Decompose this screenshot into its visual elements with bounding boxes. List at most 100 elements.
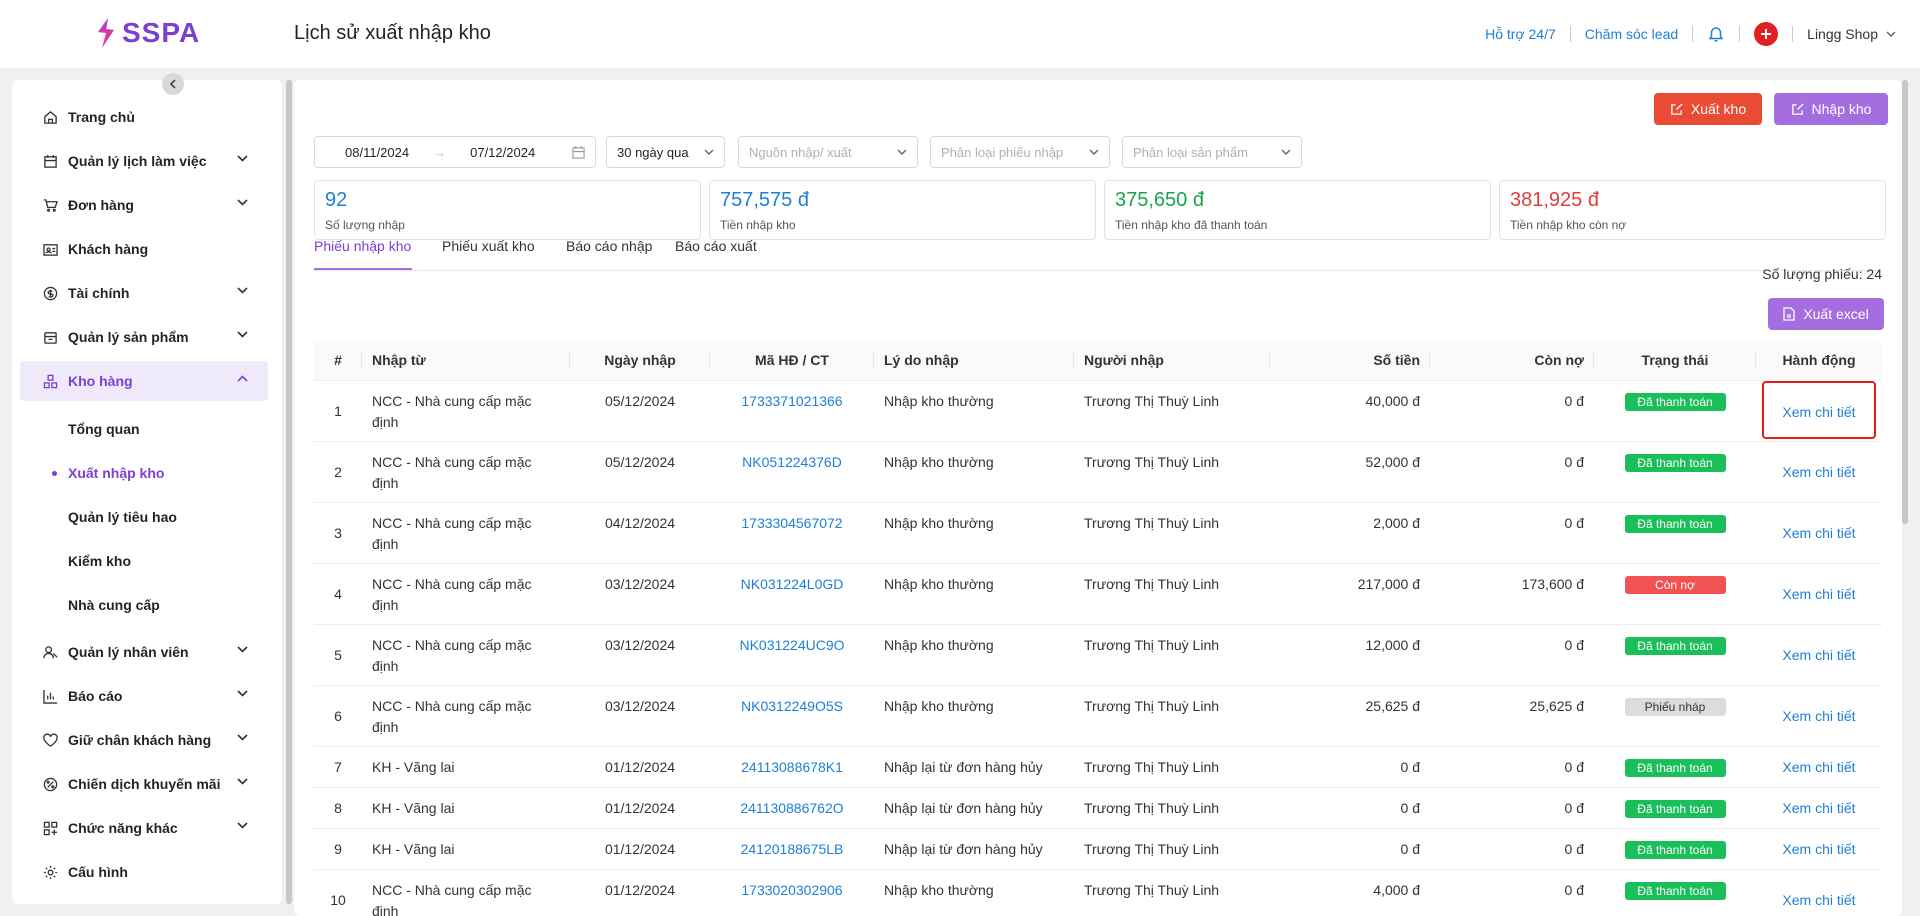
sidebar-item-finance[interactable]: Tài chính [20, 273, 268, 313]
main-scrollbar[interactable] [1902, 80, 1908, 524]
row-user: Trương Thị Thuỳ Linh [1074, 441, 1270, 503]
row-date: 05/12/2024 [570, 380, 710, 442]
sidebar-item-warehouse[interactable]: Kho hàng [20, 361, 268, 401]
receipt-code-link[interactable]: NK031224UC9O [739, 637, 844, 653]
receipt-code-link[interactable]: NK051224376D [742, 454, 842, 470]
main-panel: Xuất kho Nhập kho 08/11/2024 → 07/12/202… [294, 80, 1902, 916]
row-debt: 0 đ [1430, 869, 1594, 916]
table-row: 7 KH - Vãng lai 01/12/2024 24113088678K1 Nhậ… [314, 746, 1882, 788]
receipt-code-link[interactable]: 24120188675LB [741, 841, 844, 857]
row-date: 05/12/2024 [570, 441, 710, 503]
import-stock-button[interactable]: Nhập kho [1774, 93, 1888, 125]
row-code: 24120188675LB [710, 828, 874, 870]
sidebar-item-other-features[interactable]: Chức năng khác [20, 808, 268, 848]
view-detail-link[interactable]: Xem chi tiết [1766, 574, 1872, 605]
sidebar-item-label: Khách hàng [68, 241, 149, 257]
status-badge: Đã thanh toán [1624, 453, 1726, 472]
logo[interactable]: SSPA [94, 16, 200, 50]
col-header: Còn nợ [1430, 340, 1594, 381]
table-row: 10 NCC - Nhà cung cấp mặc định 01/12/2024 1… [314, 869, 1882, 916]
box-icon [42, 329, 58, 345]
lead-care-link[interactable]: Chăm sóc lead [1585, 26, 1678, 42]
date-range-picker[interactable]: 08/11/2024 → 07/12/2024 [314, 136, 596, 168]
row-status: Phiếu nháp [1594, 685, 1756, 747]
sidebar-item-orders[interactable]: Đơn hàng [20, 185, 268, 225]
logo-text: SSPA [122, 17, 201, 48]
sidebar-scrollbar[interactable] [286, 80, 292, 904]
sidebar-subitem-consumption[interactable]: Quản lý tiêu hao [68, 509, 177, 525]
sidebar-item-staff[interactable]: Quản lý nhân viên [20, 632, 268, 672]
row-amount: 12,000 đ [1270, 624, 1430, 686]
receipt-code-link[interactable]: 241130886762O [740, 800, 843, 816]
chevron-down-icon [237, 778, 248, 785]
row-reason: Nhập kho thường [874, 624, 1074, 686]
sidebar-item-promotions[interactable]: Chiến dịch khuyến mãi [20, 764, 268, 804]
receipt-code-link[interactable]: NK031224L0GD [741, 576, 844, 592]
sidebar-subitem-stock-io[interactable]: Xuất nhập kho [68, 465, 164, 481]
shop-selector[interactable]: Lingg Shop [1807, 26, 1896, 42]
sidebar-item-reports[interactable]: Báo cáo [20, 676, 268, 716]
table-row: 9 KH - Vãng lai 01/12/2024 24120188675LB Nhậ… [314, 828, 1882, 870]
top-bar: SSPA Lịch sử xuất nhập kho Hỗ trợ 24/7 C… [0, 0, 1920, 68]
sidebar-item-settings[interactable]: Cấu hình [20, 852, 268, 892]
product-type-select[interactable]: Phân loại sản phẩm [1122, 136, 1302, 168]
row-action: Xem chi tiết [1756, 502, 1882, 564]
receipt-code-link[interactable]: 1733371021366 [741, 393, 842, 409]
date-preset-select[interactable]: 30 ngày qua [606, 136, 725, 168]
sidebar-subitem-inventory-check[interactable]: Kiểm kho [68, 553, 131, 569]
view-detail-link[interactable]: Xem chi tiết [1766, 839, 1872, 860]
row-source: NCC - Nhà cung cấp mặc định [362, 441, 570, 503]
export-excel-button[interactable]: Xuất excel [1768, 298, 1884, 330]
view-detail-link[interactable]: Xem chi tiết [1766, 635, 1872, 666]
quick-add-button[interactable] [1754, 22, 1779, 46]
bar-chart-icon [42, 688, 58, 704]
sidebar-item-products[interactable]: Quản lý sản phẩm [20, 317, 268, 357]
row-source: NCC - Nhà cung cấp mặc định [362, 869, 570, 916]
active-dot [52, 471, 57, 476]
tab-import-receipts[interactable]: Phiếu nhập kho [314, 238, 411, 254]
sidebar-item-home[interactable]: Trang chủ [20, 97, 268, 137]
sidebar-subitem-overview[interactable]: Tổng quan [68, 421, 140, 437]
status-badge: Đã thanh toán [1624, 514, 1726, 533]
row-number: 1 [314, 380, 362, 442]
view-detail-link[interactable]: Xem chi tiết [1766, 798, 1872, 819]
view-detail-link[interactable]: Xem chi tiết [1766, 696, 1872, 727]
sidebar-item-schedule[interactable]: Quản lý lịch làm việc [20, 141, 268, 181]
row-amount: 2,000 đ [1270, 502, 1430, 564]
product-type-placeholder: Phân loại sản phẩm [1133, 144, 1248, 160]
col-header: Mã HĐ / CT [710, 340, 874, 381]
tab-import-report[interactable]: Báo cáo nhập [566, 238, 652, 254]
view-detail-link[interactable]: Xem chi tiết [1762, 380, 1876, 439]
row-action: Xem chi tiết [1756, 869, 1882, 916]
support-link[interactable]: Hỗ trợ 24/7 [1485, 26, 1556, 42]
bell-icon[interactable] [1707, 25, 1725, 43]
receipt-code-link[interactable]: NK0312249O5S [741, 698, 843, 714]
receipt-code-link[interactable]: 24113088678K1 [741, 759, 843, 775]
row-user: Trương Thị Thuỳ Linh [1074, 624, 1270, 686]
source-select[interactable]: Nguồn nhập/ xuất [738, 136, 918, 168]
view-detail-link[interactable]: Xem chi tiết [1766, 880, 1872, 911]
sidebar-item-customers[interactable]: Khách hàng [20, 229, 268, 269]
calendar-icon [42, 153, 58, 169]
receipt-code-link[interactable]: 1733020302906 [741, 882, 842, 898]
sidebar-subitem-suppliers[interactable]: Nhà cung cấp [68, 597, 160, 613]
tab-export-receipts[interactable]: Phiếu xuất kho [442, 238, 535, 254]
row-action: Xem chi tiết [1756, 787, 1882, 829]
view-detail-link[interactable]: Xem chi tiết [1766, 513, 1872, 544]
collapse-sidebar-button[interactable] [162, 73, 184, 95]
sidebar: Trang chủ Quản lý lịch làm việc Đơn hàng… [12, 73, 292, 904]
sidebar-item-label: Chức năng khác [68, 820, 178, 836]
tab-export-report[interactable]: Báo cáo xuất [675, 238, 757, 254]
row-debt: 0 đ [1430, 746, 1594, 788]
sidebar-item-retention[interactable]: Giữ chân khách hàng [20, 720, 268, 760]
contact-card-icon [42, 241, 58, 257]
date-from: 08/11/2024 [345, 144, 410, 160]
receipt-type-select[interactable]: Phân loại phiếu nhập [930, 136, 1110, 168]
row-debt: 0 đ [1430, 380, 1594, 442]
row-number: 7 [314, 746, 362, 788]
row-debt: 25,625 đ [1430, 685, 1594, 747]
export-stock-button[interactable]: Xuất kho [1654, 93, 1762, 125]
receipt-code-link[interactable]: 1733304567072 [741, 515, 842, 531]
view-detail-link[interactable]: Xem chi tiết [1766, 452, 1872, 483]
view-detail-link[interactable]: Xem chi tiết [1766, 757, 1872, 778]
